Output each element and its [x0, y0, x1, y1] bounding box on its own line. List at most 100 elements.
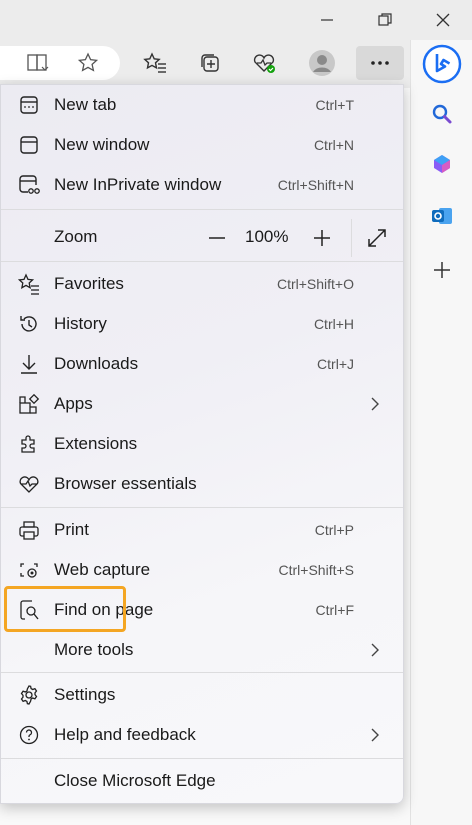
- favorites-button[interactable]: [137, 46, 173, 80]
- menu-item-help-and-feedback[interactable]: Help and feedback: [1, 715, 403, 755]
- zoom-divider: [351, 219, 352, 257]
- search-icon: [431, 103, 453, 125]
- add-sidebar-app-button[interactable]: [422, 250, 462, 290]
- zoom-row: Zoom 100%: [1, 215, 403, 261]
- apps-icon: [17, 392, 41, 416]
- add-favorite-button[interactable]: [70, 46, 106, 80]
- menu-item-favorites[interactable]: Favorites Ctrl+Shift+O: [1, 264, 403, 304]
- browser-essentials-button[interactable]: [246, 46, 282, 80]
- menu-item-browser-essentials[interactable]: Browser essentials: [1, 464, 403, 504]
- new-tab-icon: [17, 93, 41, 117]
- menu-item-shortcut: Ctrl+T: [315, 97, 355, 113]
- copilot-button[interactable]: [422, 144, 462, 184]
- settings-and-more-button[interactable]: [356, 46, 404, 80]
- menu-item-label: Settings: [54, 685, 116, 704]
- browser-essentials-icon: [17, 472, 41, 496]
- menu-divider: [1, 507, 403, 508]
- menu-item-label: New window: [54, 135, 150, 154]
- more-icon: [370, 60, 390, 66]
- zoom-level: 100%: [245, 227, 289, 246]
- menu-item-label: Help and feedback: [54, 725, 196, 744]
- chevron-right-icon: [367, 727, 383, 743]
- menu-item-apps[interactable]: Apps: [1, 384, 403, 424]
- collections-button[interactable]: [192, 46, 228, 80]
- add-icon: [433, 261, 451, 279]
- menu-item-label: Print: [54, 520, 89, 539]
- menu-item-history[interactable]: History Ctrl+H: [1, 304, 403, 344]
- menu-item-shortcut: Ctrl+Shift+N: [277, 177, 354, 193]
- outlook-icon: [431, 205, 453, 227]
- menu-item-shortcut: Ctrl+F: [315, 602, 355, 618]
- menu-item-label: Web capture: [54, 560, 151, 579]
- close-icon: [436, 13, 450, 27]
- browser-essentials-icon: [252, 52, 276, 74]
- menu-divider: [1, 261, 403, 262]
- settings-highlight-box: [4, 586, 126, 632]
- profile-button[interactable]: [304, 46, 340, 80]
- close-window-button[interactable]: [414, 0, 472, 40]
- browser-toolbar: [0, 40, 410, 88]
- menu-item-label: More tools: [54, 640, 134, 659]
- menu-item-shortcut: Ctrl+Shift+O: [276, 276, 354, 292]
- new-window-icon: [17, 133, 41, 157]
- zoom-label: Zoom: [54, 227, 98, 246]
- menu-item-shortcut: Ctrl+Shift+S: [278, 562, 354, 578]
- copilot-icon: [431, 153, 453, 175]
- bing-icon: [422, 44, 462, 84]
- menu-item-shortcut: Ctrl+J: [317, 356, 354, 372]
- menu-item-shortcut: Ctrl+P: [314, 522, 354, 538]
- menu-item-print[interactable]: Print Ctrl+P: [1, 510, 403, 550]
- title-bar: [0, 0, 472, 40]
- fullscreen-button[interactable]: [362, 223, 392, 253]
- menu-item-label: New InPrivate window: [54, 175, 222, 194]
- favorite-star-icon: [77, 52, 99, 74]
- menu-item-close-edge[interactable]: Close Microsoft Edge: [1, 761, 403, 801]
- search-button[interactable]: [422, 94, 462, 134]
- menu-item-new-inprivate-window[interactable]: New InPrivate window Ctrl+Shift+N: [1, 165, 403, 205]
- help-icon: [17, 723, 41, 747]
- menu-item-label: Browser essentials: [54, 474, 197, 493]
- profile-avatar: [308, 49, 336, 77]
- menu-item-new-tab[interactable]: New tab Ctrl+T: [1, 85, 403, 125]
- menu-divider: [1, 758, 403, 759]
- settings-icon: [17, 683, 41, 707]
- reading-view-button[interactable]: [20, 46, 56, 80]
- menu-divider: [1, 672, 403, 673]
- menu-divider: [1, 209, 403, 210]
- menu-item-label: Favorites: [54, 274, 124, 293]
- reading-view-icon: [27, 53, 49, 73]
- history-icon: [17, 312, 41, 336]
- menu-item-label: Extensions: [54, 434, 138, 453]
- plus-icon: [313, 229, 331, 247]
- menu-item-web-capture[interactable]: Web capture Ctrl+Shift+S: [1, 550, 403, 590]
- outlook-button[interactable]: [422, 196, 462, 236]
- menu-item-shortcut: Ctrl+N: [313, 137, 354, 153]
- zoom-out-button[interactable]: [202, 223, 232, 253]
- restore-button[interactable]: [356, 0, 414, 40]
- chevron-right-icon: [367, 396, 383, 412]
- zoom-in-button[interactable]: [307, 223, 337, 253]
- menu-item-new-window[interactable]: New window Ctrl+N: [1, 125, 403, 165]
- minimize-button[interactable]: [298, 0, 356, 40]
- restore-icon: [378, 13, 392, 27]
- inprivate-icon: [17, 173, 41, 197]
- print-icon: [17, 518, 41, 542]
- extensions-icon: [17, 432, 41, 456]
- downloads-icon: [17, 352, 41, 376]
- menu-item-label: New tab: [54, 95, 117, 114]
- fullscreen-icon: [367, 228, 387, 248]
- minimize-icon: [320, 13, 334, 27]
- menu-item-label: Apps: [54, 394, 93, 413]
- menu-item-more-tools[interactable]: More tools: [1, 630, 403, 670]
- menu-item-label: Close Microsoft Edge: [54, 771, 216, 790]
- menu-item-settings[interactable]: Settings: [1, 675, 403, 715]
- menu-item-label: Downloads: [54, 354, 139, 373]
- collections-icon: [199, 52, 221, 74]
- chevron-right-icon: [367, 642, 383, 658]
- favorites-icon: [17, 272, 41, 296]
- menu-item-extensions[interactable]: Extensions: [1, 424, 403, 464]
- sidebar: [410, 40, 472, 825]
- menu-item-downloads[interactable]: Downloads Ctrl+J: [1, 344, 403, 384]
- menu-item-label: History: [54, 314, 107, 333]
- bing-chat-button[interactable]: [422, 44, 462, 84]
